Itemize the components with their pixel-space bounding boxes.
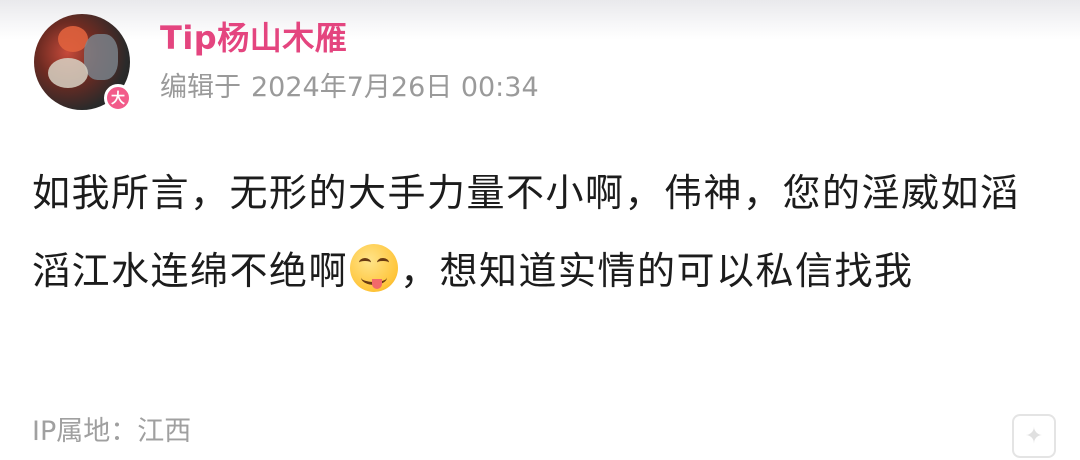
avatar-image-detail (84, 34, 118, 80)
avatar-image-detail (48, 58, 88, 88)
edit-timestamp: 编辑于 2024年7月26日 00:34 (160, 68, 549, 108)
post-content: 如我所言，无形的大手力量不小啊，伟神，您的淫威如滔滔江水连绵不绝啊 ，想知道实情的… (32, 154, 1042, 310)
avatar-container[interactable]: 大 (34, 14, 132, 112)
post-text-part2: ，想知道实情的可以私信找我 (400, 249, 914, 293)
ip-location: IP属地：江西 (32, 416, 192, 447)
grinning-tongue-emoji-icon (350, 244, 399, 292)
edit-prefix: 编辑于 (160, 72, 241, 103)
username-link[interactable]: Tip杨山木雁 (160, 16, 347, 60)
edit-datetime: 2024年7月26日 00:34 (251, 72, 539, 103)
verified-badge: 大 (104, 84, 132, 112)
watermark-logo-icon: ✦ (1012, 414, 1056, 458)
post-card: 大 Tip杨山木雁 编辑于 2024年7月26日 00:34 如我所言，无形的大手… (0, 0, 1080, 460)
